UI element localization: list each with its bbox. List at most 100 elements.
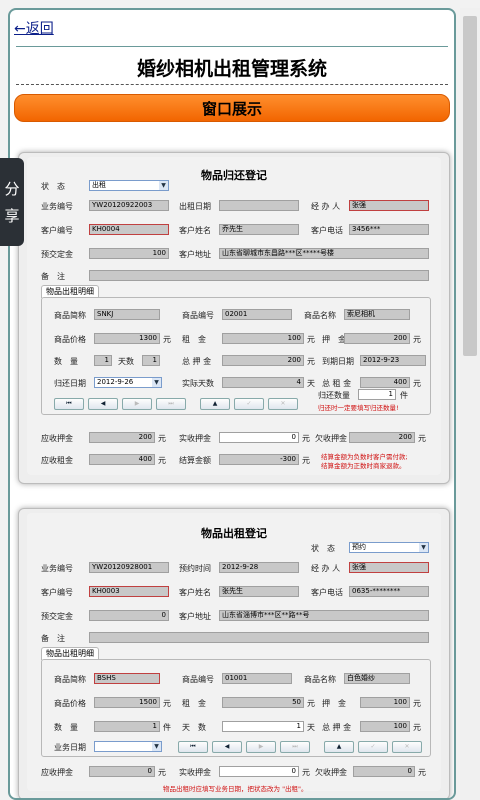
next-record-button[interactable]: ▶	[246, 741, 276, 753]
return-date-picker[interactable]: 2012-9-26 ▼	[94, 377, 162, 388]
rent-label: 租 金	[182, 699, 206, 708]
due-deposit-field[interactable]: 200	[89, 432, 155, 443]
first-record-button[interactable]: ⏮	[178, 741, 208, 753]
rent-field[interactable]: 50	[222, 697, 304, 708]
days-label: 天 数	[182, 723, 206, 732]
due-deposit-label: 应收押金	[41, 434, 73, 443]
biz-no-field[interactable]: YW20120928001	[89, 562, 169, 573]
biz-date-picker[interactable]: ▼	[94, 741, 162, 752]
settle-field[interactable]: -300	[219, 454, 299, 465]
next-record-button[interactable]: ▶	[122, 398, 152, 410]
due-rent-field[interactable]: 400	[89, 454, 155, 465]
unit-yuan: 元	[418, 434, 426, 443]
remark-field[interactable]	[89, 632, 429, 643]
unit-yuan: 元	[413, 379, 421, 388]
item-name-label: 商品名称	[304, 311, 336, 320]
vertical-scrollbar[interactable]	[460, 8, 480, 800]
return-qty-field[interactable]: 1	[358, 389, 396, 400]
cust-name-field[interactable]: 张先生	[219, 586, 299, 597]
scrollbar-thumb[interactable]	[463, 16, 477, 356]
item-no-field[interactable]: 02001	[222, 309, 292, 320]
recv-deposit-field[interactable]: 0	[219, 766, 299, 777]
share-button[interactable]: 分 享	[0, 158, 24, 246]
last-record-button[interactable]: ⏭	[280, 741, 310, 753]
qty-field[interactable]: 1	[94, 355, 112, 366]
prepay-field[interactable]: 100	[89, 248, 169, 259]
price-field[interactable]: 1500	[94, 697, 160, 708]
item-short-field[interactable]: SNKJ	[94, 309, 160, 320]
cancel-button[interactable]: ✕	[392, 741, 422, 753]
divider	[16, 46, 448, 47]
rent-date-field[interactable]	[219, 200, 299, 211]
cust-phone-field[interactable]: 0635-********	[349, 586, 429, 597]
remark-field[interactable]	[89, 270, 429, 281]
total-deposit-label: 总 押 金	[182, 357, 212, 366]
unit-piece: 件	[163, 723, 171, 732]
chevron-down-icon: ▼	[159, 181, 168, 190]
handler-field[interactable]: 张强	[349, 562, 429, 573]
biz-date-label: 业务日期	[54, 743, 86, 752]
upload-button[interactable]: ▲	[324, 741, 354, 753]
recv-deposit-field[interactable]: 0	[219, 432, 299, 443]
item-name-field[interactable]: 索尼相机	[344, 309, 410, 320]
status-label: 状 态	[41, 182, 65, 191]
actual-days-label: 实际天数	[182, 379, 214, 388]
due-date-field[interactable]: 2012-9-23	[360, 355, 426, 366]
upload-button[interactable]: ▲	[200, 398, 230, 410]
cust-addr-field[interactable]: 山东省聊城市东昌路***区*****号楼	[219, 248, 429, 259]
handler-label: 经 办 人	[311, 202, 341, 211]
confirm-button[interactable]: ✓	[234, 398, 264, 410]
last-record-button[interactable]: ⏭	[156, 398, 186, 410]
item-short-field[interactable]: BSHS	[94, 673, 160, 684]
status-select[interactable]: 出租 ▼	[89, 180, 169, 191]
price-field[interactable]: 1300	[94, 333, 160, 344]
days-field[interactable]: 1	[222, 721, 304, 732]
price-label: 商品价格	[54, 335, 86, 344]
cust-no-field[interactable]: KH0004	[89, 224, 169, 235]
owe-deposit-field[interactable]: 200	[349, 432, 415, 443]
biz-no-field[interactable]: YW20120922003	[89, 200, 169, 211]
book-time-label: 预约时间	[179, 564, 211, 573]
item-name-field[interactable]: 白色婚纱	[344, 673, 410, 684]
deposit-field[interactable]: 100	[360, 697, 410, 708]
cust-name-field[interactable]: 乔先生	[219, 224, 299, 235]
return-form-screenshot: 物品归还登记 状 态 出租 ▼ 业务编号 YW20120922003 出租日期 经…	[18, 152, 450, 484]
status-select-value: 出租	[92, 181, 106, 189]
cancel-button[interactable]: ✕	[268, 398, 298, 410]
prepay-field[interactable]: 0	[89, 610, 169, 621]
cust-phone-field[interactable]: 3456***	[349, 224, 429, 235]
prev-record-button[interactable]: ◀	[212, 741, 242, 753]
days-field[interactable]: 1	[142, 355, 160, 366]
total-deposit-field[interactable]: 200	[222, 355, 304, 366]
book-time-field[interactable]: 2012-9-28	[219, 562, 299, 573]
chevron-down-icon: ▼	[419, 543, 428, 552]
first-record-button[interactable]: ⏮	[54, 398, 84, 410]
biz-no-label: 业务编号	[41, 202, 73, 211]
total-rent-field[interactable]: 400	[360, 377, 410, 388]
cust-name-label: 客户姓名	[179, 588, 211, 597]
confirm-button[interactable]: ✓	[358, 741, 388, 753]
chevron-down-icon: ▼	[152, 742, 161, 751]
qty-field[interactable]: 1	[94, 721, 160, 732]
rent-date-label: 出租日期	[179, 202, 211, 211]
cust-addr-field[interactable]: 山东省淄博市***区**路**号	[219, 610, 429, 621]
total-deposit-field[interactable]: 100	[360, 721, 410, 732]
status-select[interactable]: 预约 ▼	[349, 542, 429, 553]
deposit-field[interactable]: 200	[344, 333, 410, 344]
actual-days-field[interactable]: 4	[222, 377, 304, 388]
back-link[interactable]: ←返回	[14, 18, 54, 38]
rental-details-panel: 商品简称 SNKJ 商品编号 02001 商品名称 索尼相机 商品价格 1300…	[41, 297, 431, 415]
due-rent-label: 应收租金	[41, 456, 73, 465]
rent-field[interactable]: 100	[222, 333, 304, 344]
due-deposit-field[interactable]: 0	[89, 766, 155, 777]
share-label-1: 分	[4, 180, 20, 198]
handler-field[interactable]: 张强	[349, 200, 429, 211]
qty-label: 数 量	[54, 357, 78, 366]
owe-deposit-field[interactable]: 0	[353, 766, 415, 777]
prev-record-button[interactable]: ◀	[88, 398, 118, 410]
item-no-field[interactable]: 01001	[222, 673, 292, 684]
cust-phone-label: 客户电话	[311, 226, 343, 235]
cust-no-field[interactable]: KH0003	[89, 586, 169, 597]
unit-yuan: 元	[413, 723, 421, 732]
unit-yuan: 元	[158, 456, 166, 465]
